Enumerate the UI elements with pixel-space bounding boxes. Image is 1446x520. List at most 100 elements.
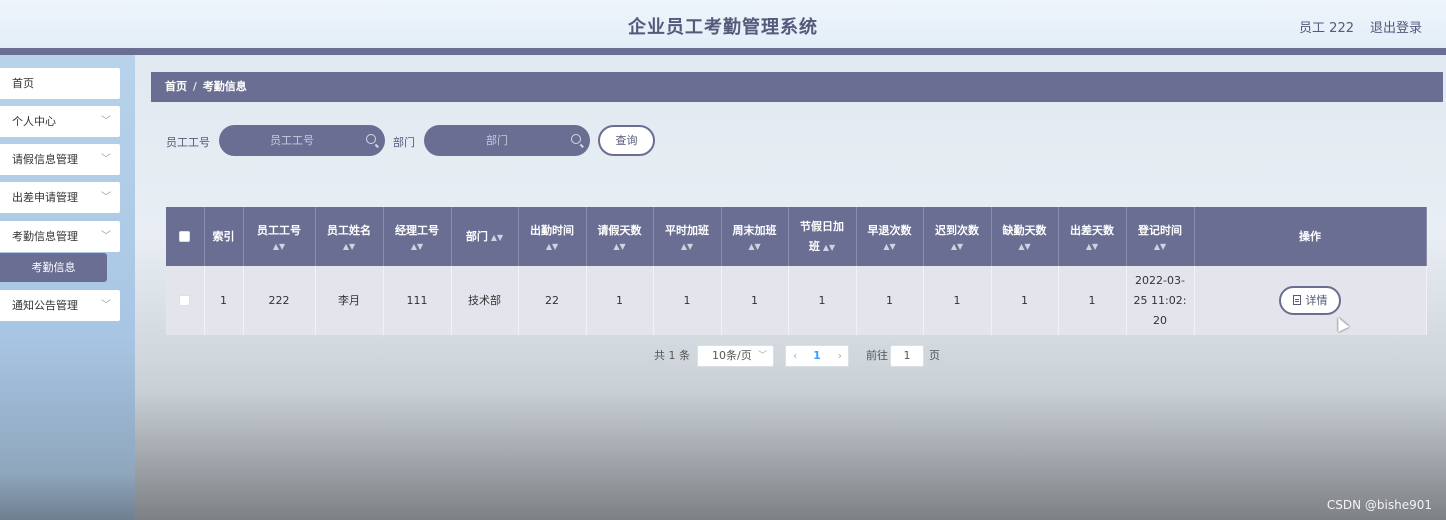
breadcrumb: 首页 / 考勤信息 [151,72,1443,102]
chevron-down-icon: ﹀ [101,154,111,165]
col-header-leave-days[interactable]: 请假天数 ▲▼ [586,207,654,266]
sidebar-item-label: 通知公告管理 [12,299,78,312]
cell-attend-days: 22 [518,266,587,335]
select-all-cell [166,207,205,266]
sidebar-item-label: 出差申请管理 [12,191,78,204]
query-button[interactable]: 查询 [598,125,655,156]
sort-icon[interactable]: ▲▼ [1130,241,1191,253]
col-header-late[interactable]: 迟到次数 ▲▼ [923,207,992,266]
cell-absent: 1 [991,266,1059,335]
goto-page-input[interactable]: 1 [890,345,924,367]
sidebar-item-label: 请假信息管理 [12,153,78,166]
col-header-emp-no[interactable]: 员工工号 ▲▼ [243,207,316,266]
cell-weekend-ot: 1 [721,266,789,335]
sidebar-item-label: 个人中心 [12,115,56,128]
detail-button-label: 详情 [1305,294,1328,307]
col-header-index: 索引 [204,207,244,266]
header-divider [0,48,1446,55]
col-header-dept[interactable]: 部门 ▲▼ [451,207,519,266]
cell-register-time: 2022-03- 25 11:02: 20 [1126,266,1195,335]
chevron-down-icon: ﹀ [101,116,111,127]
emp-no-search-input[interactable]: 员工工号 [219,125,385,156]
app-title: 企业员工考勤管理系统 [628,17,818,38]
col-header-label: 班 [808,239,820,253]
sort-icon[interactable]: ▲▼ [725,241,785,253]
logout-link[interactable]: 退出登录 [1370,17,1422,36]
col-header-mgr-no[interactable]: 经理工号 ▲▼ [383,207,452,266]
col-header-register-time[interactable]: 登记时间 ▲▼ [1126,207,1195,266]
detail-button[interactable]: 详情 [1279,286,1341,315]
page-size-value: 10条/页 [712,349,752,362]
main-content: 首页 / 考勤信息 员工工号 员工工号 部门 部门 查询 索引 员工工号 ▲▼ [135,55,1446,520]
col-header-absent[interactable]: 缺勤天数 ▲▼ [991,207,1059,266]
col-header-weekend-ot[interactable]: 周末加班 ▲▼ [721,207,789,266]
col-header-business-trip[interactable]: 出差天数 ▲▼ [1058,207,1127,266]
dept-search-input[interactable]: 部门 [424,125,590,156]
col-header-label: 迟到次数 [935,223,979,237]
search-icon [366,134,376,144]
col-header-label: 节假日加 [800,219,844,233]
sort-icon[interactable]: ▲▼ [522,241,583,253]
sidebar-item-label: 首页 [12,77,34,90]
sort-icon[interactable]: ▲▼ [995,241,1055,253]
goto-label: 前往 [866,349,888,362]
sort-icon[interactable]: ▲▼ [387,241,448,253]
col-header-label: 缺勤天数 [1002,223,1047,237]
select-all-checkbox[interactable] [179,231,191,242]
next-page-icon[interactable]: › [838,346,842,366]
breadcrumb-current: 考勤信息 [202,80,247,93]
col-header-attend-days[interactable]: 出勤时间 ▲▼ [518,207,587,266]
sidebar-subitem-attendance-info[interactable]: 考勤信息 [0,253,107,282]
col-header-early-leave[interactable]: 早退次数 ▲▼ [856,207,924,266]
col-header-label: 部门 [465,229,488,243]
sidebar-item-notice-management[interactable]: 通知公告管理 ﹀ [0,290,120,321]
row-checkbox[interactable] [179,295,191,306]
sidebar-item-home[interactable]: 首页 [0,68,120,99]
cell-actions: 详情 [1194,266,1427,335]
col-header-weekday-ot[interactable]: 平时加班 ▲▼ [653,207,722,266]
sort-icon[interactable]: ▲▼ [590,241,650,253]
chevron-down-icon: ﹀ [101,300,111,311]
cell-holiday-ot: 1 [788,266,857,335]
sort-icon[interactable]: ▲▼ [657,241,718,253]
sort-icon[interactable]: ▲▼ [491,233,503,242]
emp-no-placeholder: 员工工号 [270,134,314,147]
cell-leave-days: 1 [586,266,654,335]
col-header-actions: 操作 [1194,207,1427,266]
sort-icon[interactable]: ▲▼ [927,241,988,253]
col-header-label: 出勤时间 [530,223,574,237]
col-header-emp-name[interactable]: 员工姓名 ▲▼ [315,207,384,266]
sidebar-item-trip-management[interactable]: 出差申请管理 ﹀ [0,182,120,213]
col-header-label: 经理工号 [395,223,439,237]
pagination-nav: ‹ 1 › [785,345,849,367]
register-time-line: 25 11:02: [1133,293,1187,307]
search-icon [571,134,581,144]
table-header-row: 索引 员工工号 ▲▼ 员工姓名 ▲▼ 经理工号 ▲▼ 部门 ▲▼ 出勤时间 ▲▼ 请假天数… [166,207,1427,266]
page-size-select[interactable]: 10条/页 ﹀ [697,345,774,367]
cell-business-trip: 1 [1058,266,1127,335]
pagination-total: 共 1 条 [654,349,690,362]
sort-icon[interactable]: ▲▼ [247,241,312,253]
cell-mgr-no: 111 [383,266,452,335]
chevron-down-icon: ﹀ [101,192,111,203]
table-row: 1 222 李月 111 技术部 22 1 1 1 1 1 1 1 1 2022… [166,266,1427,335]
sort-icon[interactable]: ▲▼ [1062,241,1123,253]
sidebar-item-leave-management[interactable]: 请假信息管理 ﹀ [0,144,120,175]
cell-emp-no: 222 [243,266,316,335]
register-time-line: 20 [1153,313,1167,327]
sort-icon[interactable]: ▲▼ [823,243,835,252]
sidebar-item-attendance-management[interactable]: 考勤信息管理 ﹀ [0,221,120,252]
col-header-label: 出差天数 [1070,223,1114,237]
col-header-label: 周末加班 [732,223,777,237]
col-header-label: 登记时间 [1138,223,1182,237]
sort-icon[interactable]: ▲▼ [860,241,920,253]
col-header-label: 平时加班 [665,223,709,237]
top-header: 企业员工考勤管理系统 员工 222 退出登录 [0,0,1446,48]
dept-placeholder: 部门 [486,134,508,147]
breadcrumb-home[interactable]: 首页 [165,80,187,93]
col-header-holiday-ot[interactable]: 节假日加班 ▲▼ [788,207,857,266]
sort-icon[interactable]: ▲▼ [319,241,380,253]
sidebar-item-personal-center[interactable]: 个人中心 ﹀ [0,106,120,137]
cell-early-leave: 1 [856,266,924,335]
cell-dept: 技术部 [451,266,519,335]
